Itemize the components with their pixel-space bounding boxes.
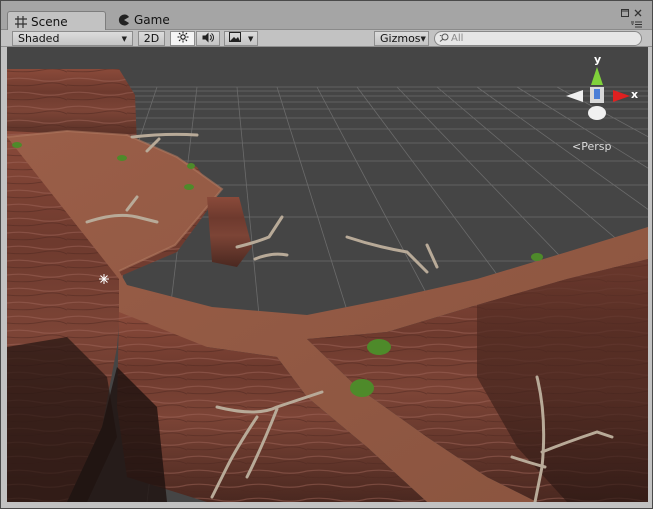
tab-scene[interactable]: Scene — [7, 11, 106, 32]
tab-game-label: Game — [134, 13, 170, 27]
shading-mode-dropdown[interactable]: Shaded ▼ — [12, 31, 133, 46]
orientation-gizmo[interactable]: y x — [563, 53, 643, 135]
sun-icon — [177, 31, 189, 46]
scene-toolbar: Shaded ▼ 2D ▼ Gizmos ▼ — [1, 30, 652, 47]
axis-y-label: y — [594, 53, 601, 66]
toggle-2d-button[interactable]: 2D — [138, 31, 165, 46]
axis-y-cone[interactable] — [591, 67, 603, 85]
axis-neg-z-cone[interactable] — [588, 106, 606, 120]
scene-grid-icon — [14, 16, 27, 29]
context-menu-icon[interactable] — [631, 21, 642, 30]
chevron-down-icon: ▼ — [121, 34, 127, 43]
search-icon — [439, 32, 449, 45]
scene-viewport[interactable]: y x <Persp — [7, 47, 648, 502]
search-input[interactable] — [451, 33, 621, 44]
hierarchy-search[interactable] — [434, 31, 642, 46]
scene-window: Scene Game Shaded ▼ 2D ▼ Gizmos ▼ All y … — [0, 0, 653, 509]
gizmos-dropdown[interactable]: Gizmos ▼ — [374, 31, 429, 46]
chevron-down-icon: ▼ — [247, 34, 254, 43]
image-icon — [228, 32, 241, 45]
speaker-icon — [202, 32, 215, 46]
persp-label: Persp — [581, 140, 612, 153]
persp-glyph-icon: < — [572, 140, 582, 153]
toggle-2d-label: 2D — [143, 32, 160, 45]
tab-game[interactable]: Game — [111, 10, 201, 30]
gizmos-label: Gizmos — [380, 32, 421, 45]
axis-x-label: x — [631, 88, 638, 101]
shading-mode-value: Shaded — [18, 32, 60, 45]
lighting-toggle-button[interactable] — [170, 31, 195, 46]
camera-projection-label[interactable]: <Persp — [572, 140, 611, 153]
axis-neg-x-cone[interactable] — [566, 90, 583, 102]
tab-scene-label: Scene — [31, 15, 68, 29]
chevron-down-icon: ▼ — [420, 34, 426, 43]
game-pacman-icon — [117, 14, 130, 27]
tab-strip: Scene Game — [1, 1, 652, 32]
axis-x-cone[interactable] — [613, 90, 630, 102]
close-icon[interactable] — [634, 9, 642, 20]
audio-toggle-button[interactable] — [196, 31, 220, 46]
light-source-icon[interactable] — [99, 274, 109, 284]
scene-render[interactable] — [7, 47, 648, 502]
maximize-icon[interactable] — [621, 9, 629, 20]
effects-dropdown[interactable]: ▼ — [224, 31, 258, 46]
